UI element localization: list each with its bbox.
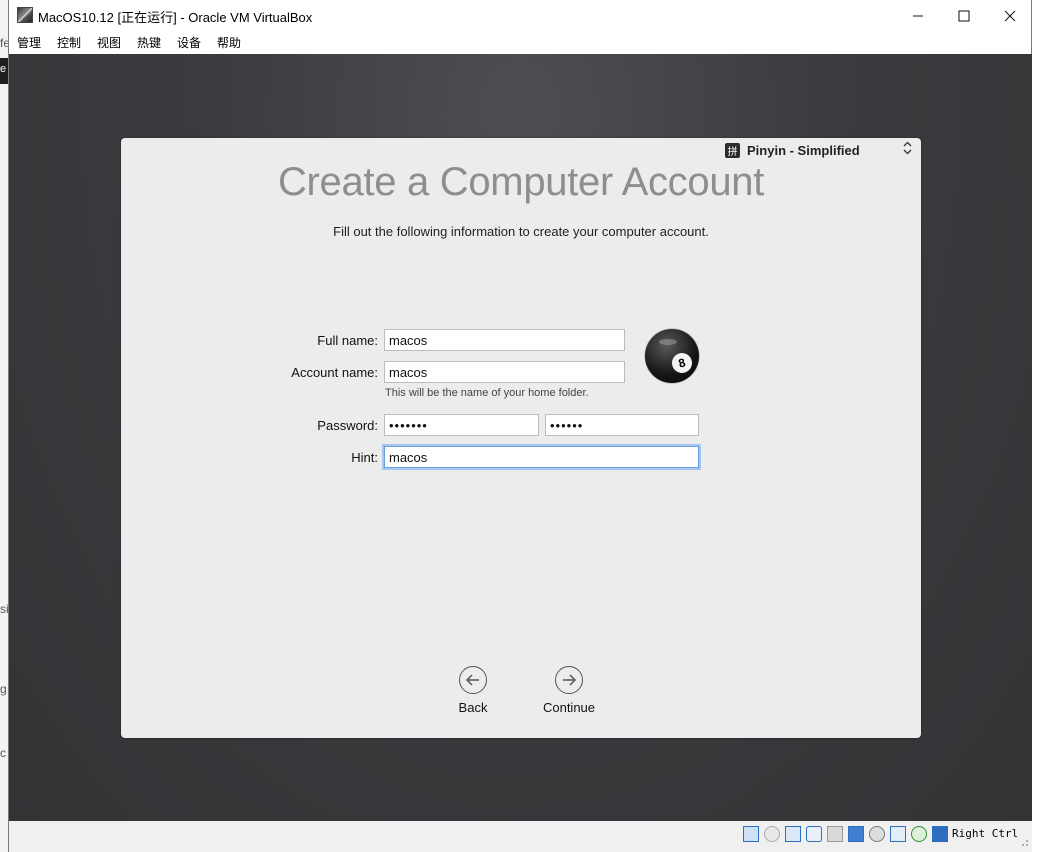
menu-hotkeys[interactable]: 热键 xyxy=(137,34,161,51)
background-text-fragment: si xyxy=(0,602,8,616)
avatar-shine xyxy=(659,339,677,345)
display-icon[interactable] xyxy=(848,826,864,842)
avatar-ball-number: 8 xyxy=(669,350,695,376)
host-key-arrow-icon[interactable] xyxy=(932,826,948,842)
full-name-field[interactable]: macos xyxy=(384,329,625,351)
optical-drive-icon[interactable] xyxy=(764,826,780,842)
host-key-label: Right Ctrl xyxy=(952,827,1019,840)
password-field[interactable]: ••••••• xyxy=(384,414,539,436)
background-text-fragment: c xyxy=(0,746,6,760)
mouse-integration-icon[interactable] xyxy=(890,826,906,842)
status-bar: Right Ctrl xyxy=(9,821,1032,852)
continue-arrow-icon xyxy=(555,666,583,694)
page-title: Create a Computer Account xyxy=(277,160,765,204)
close-button[interactable] xyxy=(987,0,1033,31)
shared-folder-icon[interactable] xyxy=(827,826,843,842)
close-icon xyxy=(1004,10,1016,21)
hard-disk-icon[interactable] xyxy=(743,826,759,842)
background-dark-bar: e xyxy=(0,58,8,84)
password-label: Password: xyxy=(317,418,378,433)
menu-control[interactable]: 控制 xyxy=(57,34,81,51)
continue-label: Continue xyxy=(542,700,596,715)
background-text-fragment: g xyxy=(0,682,7,696)
input-source-menu[interactable]: 拼 Pinyin - Simplified xyxy=(725,142,860,158)
menu-bar: 管理 控制 视图 热键 设备 帮助 xyxy=(9,31,1031,53)
resize-grip-icon[interactable] xyxy=(1019,837,1029,847)
menu-devices[interactable]: 设备 xyxy=(177,34,201,51)
back-arrow-icon xyxy=(459,666,487,694)
background-desktop-strip: e fe si g c xyxy=(0,0,8,852)
hint-label: Hint: xyxy=(351,450,378,465)
virtualbox-app-icon xyxy=(17,7,33,23)
maximize-button[interactable] xyxy=(941,0,987,31)
account-name-field[interactable]: macos xyxy=(384,361,625,383)
full-name-label: Full name: xyxy=(317,333,378,348)
minimize-button[interactable] xyxy=(895,0,941,31)
setup-assistant-panel: 拼 Pinyin - Simplified Create a Computer … xyxy=(121,138,921,738)
background-text-fragment: e xyxy=(0,63,7,75)
menu-machine[interactable]: 管理 xyxy=(17,34,41,51)
back-button[interactable]: Back xyxy=(433,666,513,715)
verify-password-field[interactable]: •••••• xyxy=(545,414,699,436)
usb-icon[interactable] xyxy=(806,826,822,842)
virtualbox-window: MacOS10.12 [正在运行] - Oracle VM VirtualBox… xyxy=(8,0,1032,852)
menu-view[interactable]: 视图 xyxy=(97,34,121,51)
minimize-icon xyxy=(913,15,923,16)
page-subtitle: Fill out the following information to cr… xyxy=(333,224,709,239)
user-picture-8-ball[interactable]: 8 xyxy=(645,329,699,383)
updown-chevron-icon[interactable] xyxy=(903,141,912,156)
hint-field[interactable]: macos xyxy=(384,446,699,468)
home-folder-note: This will be the name of your home folde… xyxy=(385,387,589,399)
account-name-label: Account name: xyxy=(291,365,378,380)
title-bar[interactable]: MacOS10.12 [正在运行] - Oracle VM VirtualBox xyxy=(9,0,1031,31)
background-text-fragment: fe xyxy=(0,36,8,50)
video-capture-icon[interactable] xyxy=(869,826,885,842)
back-label: Back xyxy=(458,700,488,715)
window-title: MacOS10.12 [正在运行] - Oracle VM VirtualBox xyxy=(38,10,313,25)
maximize-icon xyxy=(958,10,970,21)
continue-button[interactable]: Continue xyxy=(529,666,609,715)
vm-screen[interactable]: 拼 Pinyin - Simplified Create a Computer … xyxy=(9,54,1032,821)
pinyin-input-icon: 拼 xyxy=(725,142,740,158)
menu-help[interactable]: 帮助 xyxy=(217,34,241,51)
network-icon[interactable] xyxy=(785,826,801,842)
recording-icon[interactable] xyxy=(911,826,927,842)
input-source-label: Pinyin - Simplified xyxy=(747,142,860,158)
